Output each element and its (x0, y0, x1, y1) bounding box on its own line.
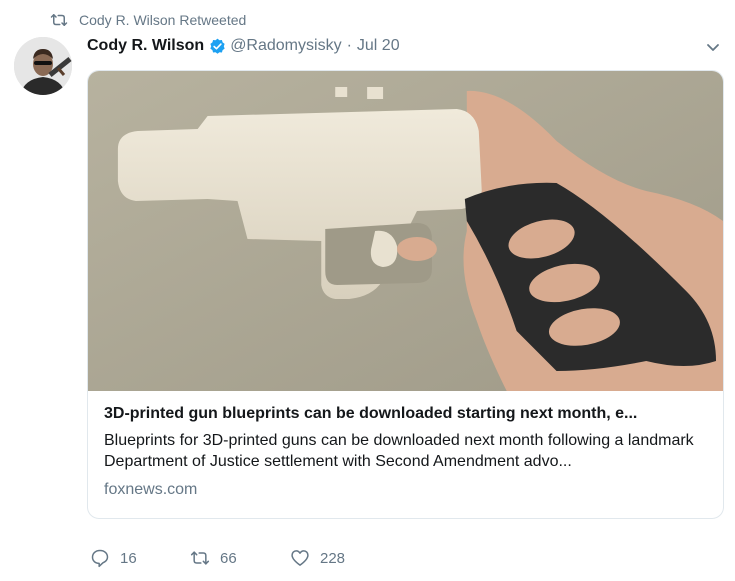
card-title: 3D-printed gun blueprints can be downloa… (104, 405, 638, 422)
retweet-count: 66 (220, 549, 237, 567)
tweet-header: Cody R. Wilson @Radomysisky · Jul 20 (87, 34, 400, 58)
heart-icon (291, 550, 309, 566)
link-preview-card[interactable]: 3D-printed gun blueprints can be downloa… (87, 70, 724, 519)
retweet-context[interactable]: Cody R. Wilson Retweeted (50, 10, 246, 30)
reply-icon (91, 549, 109, 568)
like-count: 228 (320, 549, 346, 567)
like-button[interactable]: 228 (290, 548, 410, 568)
avatar[interactable] (14, 37, 72, 95)
retweet-icon (190, 551, 210, 565)
reply-count: 16 (120, 549, 137, 567)
card-domain: foxnews.com (104, 481, 198, 498)
author-handle[interactable]: @Radomysisky (230, 37, 341, 55)
chevron-down-icon[interactable] (704, 38, 722, 56)
retweet-context-text: Cody R. Wilson Retweeted (79, 12, 247, 28)
retweet-icon (50, 14, 68, 26)
header-separator: · (346, 37, 352, 54)
card-body: 3D-printed gun blueprints can be downloa… (88, 391, 723, 500)
card-description: Blueprints for 3D-printed guns can be do… (104, 432, 694, 470)
tweet-timestamp[interactable]: Jul 20 (357, 37, 400, 55)
card-image[interactable] (88, 71, 723, 391)
author-name[interactable]: Cody R. Wilson (87, 37, 204, 55)
tweet-actions: 16 66 228 (90, 545, 410, 571)
verified-badge-icon (210, 38, 225, 54)
reply-button[interactable]: 16 (90, 548, 190, 568)
retweet-button[interactable]: 66 (190, 548, 290, 568)
